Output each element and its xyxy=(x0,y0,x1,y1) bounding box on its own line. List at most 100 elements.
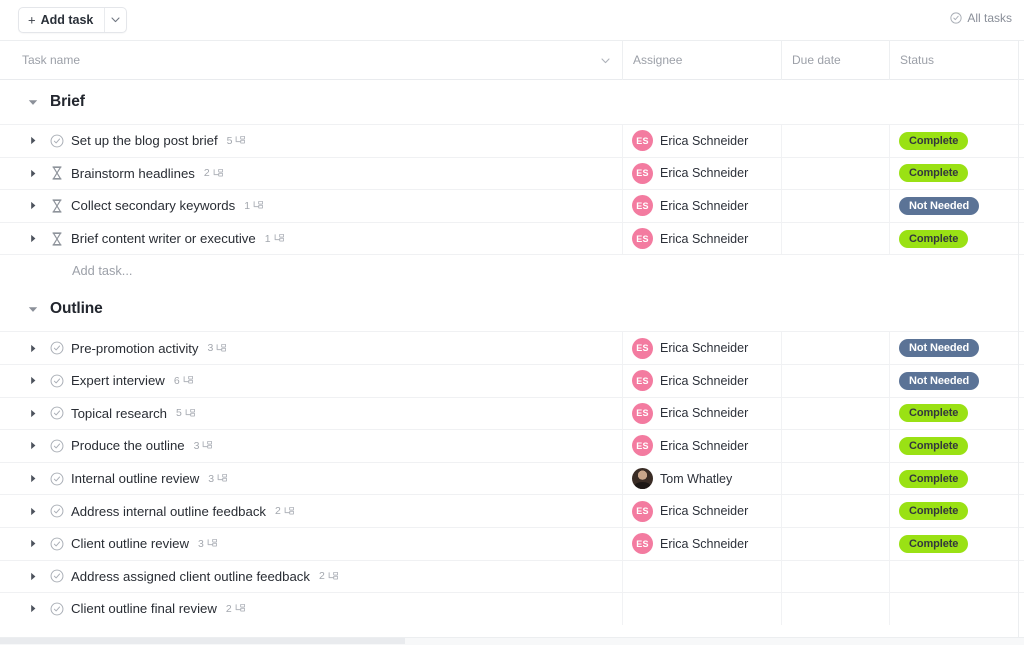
expand-subtasks-toggle[interactable] xyxy=(30,376,46,385)
due-date-cell[interactable] xyxy=(781,463,889,495)
due-date-cell[interactable] xyxy=(781,593,889,625)
expand-subtasks-toggle[interactable] xyxy=(30,234,46,243)
section-collapse-toggle[interactable] xyxy=(28,300,38,318)
assignee[interactable]: ESErica Schneider xyxy=(623,195,748,216)
task-name-cell[interactable]: Topical research 5 xyxy=(0,398,622,430)
task-name-cell[interactable]: Pre-promotion activity 3 xyxy=(0,332,622,364)
section-collapse-toggle[interactable] xyxy=(28,93,38,111)
subtask-count[interactable]: 2 xyxy=(226,603,245,615)
subtask-count[interactable]: 2 xyxy=(204,167,223,179)
task-name[interactable]: Brief content writer or executive xyxy=(71,231,256,246)
task-name[interactable]: Client outline final review xyxy=(71,601,217,616)
task-name-cell[interactable]: Expert interview6 xyxy=(0,365,622,397)
assignee-cell[interactable]: ESErica Schneider xyxy=(622,398,781,430)
task-status-icon-button[interactable] xyxy=(46,439,68,453)
assignee-cell[interactable] xyxy=(622,593,781,625)
expand-subtasks-toggle[interactable] xyxy=(30,344,46,353)
status-cell[interactable]: Complete xyxy=(889,495,1019,527)
assignee[interactable]: ESErica Schneider xyxy=(623,130,748,151)
inline-add-task-cell[interactable]: Add task... xyxy=(0,262,622,280)
assignee-cell[interactable]: ESErica Schneider xyxy=(622,495,781,527)
task-status-icon-button[interactable] xyxy=(46,341,68,355)
assignee[interactable]: ESErica Schneider xyxy=(623,435,748,456)
table-row[interactable]: Expert interview6ESErica Schneider Not Ne… xyxy=(0,364,1024,397)
task-name[interactable]: Produce the outline xyxy=(71,438,185,453)
task-name[interactable]: Address internal outline feedback xyxy=(71,504,266,519)
table-row[interactable]: Internal outline review3Tom WhatleyCompl… xyxy=(0,462,1024,495)
due-date-cell[interactable] xyxy=(781,430,889,462)
task-name[interactable]: Brainstorm headlines xyxy=(71,166,195,181)
column-header-status[interactable]: Status xyxy=(889,40,1019,80)
expand-subtasks-toggle[interactable] xyxy=(30,604,46,613)
due-date-cell[interactable] xyxy=(781,365,889,397)
status-cell[interactable] xyxy=(889,561,1019,593)
task-name-cell[interactable]: Address assigned client outline feedback… xyxy=(0,561,622,593)
task-status-icon-button[interactable] xyxy=(46,199,68,213)
task-name[interactable]: Pre-promotion activity xyxy=(71,341,199,356)
assignee[interactable]: ESErica Schneider xyxy=(623,533,748,554)
inline-add-task-label[interactable]: Add task... xyxy=(72,263,132,278)
assignee[interactable]: ESErica Schneider xyxy=(623,370,748,391)
status-cell[interactable]: Complete xyxy=(889,430,1019,462)
status-badge[interactable]: Not Needed xyxy=(899,372,979,390)
status-cell[interactable]: Not Needed xyxy=(889,190,1019,222)
status-badge[interactable]: Complete xyxy=(899,164,968,182)
task-name-sort-button[interactable] xyxy=(601,53,610,67)
task-name[interactable]: Internal outline review xyxy=(71,471,199,486)
status-badge[interactable]: Complete xyxy=(899,437,968,455)
task-name-cell[interactable]: Collect secondary keywords1 xyxy=(0,190,622,222)
task-name-cell[interactable]: Brief content writer or executive1 xyxy=(0,223,622,255)
subtask-count[interactable]: 5 xyxy=(176,407,195,419)
expand-subtasks-toggle[interactable] xyxy=(30,474,46,483)
assignee-cell[interactable]: ESErica Schneider xyxy=(622,365,781,397)
task-name-cell[interactable]: Client outline review3 xyxy=(0,528,622,560)
assignee-cell[interactable]: ESErica Schneider xyxy=(622,190,781,222)
due-date-cell[interactable] xyxy=(781,125,889,157)
status-badge[interactable]: Complete xyxy=(899,404,968,422)
expand-subtasks-toggle[interactable] xyxy=(30,201,46,210)
expand-subtasks-toggle[interactable] xyxy=(30,507,46,516)
table-row[interactable]: Address internal outline feedback2ESEric… xyxy=(0,494,1024,527)
status-cell[interactable]: Complete xyxy=(889,463,1019,495)
task-status-icon-button[interactable] xyxy=(46,504,68,518)
task-status-icon-button[interactable] xyxy=(46,569,68,583)
status-badge[interactable]: Complete xyxy=(899,230,968,248)
expand-subtasks-toggle[interactable] xyxy=(30,409,46,418)
due-date-cell[interactable] xyxy=(781,528,889,560)
task-name[interactable]: Expert interview xyxy=(71,373,165,388)
assignee[interactable]: ESErica Schneider xyxy=(623,338,748,359)
task-name-cell[interactable]: Brainstorm headlines 2 xyxy=(0,158,622,190)
assignee-cell[interactable]: ESErica Schneider xyxy=(622,223,781,255)
status-badge[interactable]: Complete xyxy=(899,470,968,488)
status-cell[interactable]: Complete xyxy=(889,528,1019,560)
all-tasks-filter[interactable]: All tasks xyxy=(950,11,1012,25)
table-row[interactable]: Client outline review3ESErica Schneider C… xyxy=(0,527,1024,560)
assignee-cell[interactable]: ESErica Schneider xyxy=(622,430,781,462)
assignee-cell[interactable] xyxy=(622,561,781,593)
task-name[interactable]: Topical research xyxy=(71,406,167,421)
subtask-count[interactable]: 3 xyxy=(208,342,227,354)
status-cell[interactable]: Complete xyxy=(889,125,1019,157)
section-header-brief[interactable]: Brief xyxy=(0,80,1024,124)
section-header-outline[interactable]: Outline xyxy=(0,287,1024,331)
status-cell[interactable]: Complete xyxy=(889,398,1019,430)
due-date-cell[interactable] xyxy=(781,398,889,430)
status-badge[interactable]: Complete xyxy=(899,132,968,150)
expand-subtasks-toggle[interactable] xyxy=(30,441,46,450)
assignee-cell[interactable]: ESErica Schneider xyxy=(622,332,781,364)
table-row[interactable]: Pre-promotion activity 3 ESErica Schneider… xyxy=(0,331,1024,364)
table-row[interactable]: Brainstorm headlines 2 ESErica Schneider Co… xyxy=(0,157,1024,190)
expand-subtasks-toggle[interactable] xyxy=(30,572,46,581)
task-status-icon-button[interactable] xyxy=(46,602,68,616)
subtask-count[interactable]: 3 xyxy=(198,538,217,550)
add-task-group[interactable]: + Add task xyxy=(18,7,127,33)
task-name-cell[interactable]: Client outline final review 2 xyxy=(0,593,622,625)
assignee-cell[interactable]: ESErica Schneider xyxy=(622,125,781,157)
expand-subtasks-toggle[interactable] xyxy=(30,539,46,548)
status-cell[interactable]: Complete xyxy=(889,223,1019,255)
task-name[interactable]: Collect secondary keywords xyxy=(71,198,235,213)
subtask-count[interactable]: 3 xyxy=(208,473,227,485)
assignee-cell[interactable]: ESErica Schneider xyxy=(622,158,781,190)
due-date-cell[interactable] xyxy=(781,332,889,364)
task-name-cell[interactable]: Set up the blog post brief5 xyxy=(0,125,622,157)
